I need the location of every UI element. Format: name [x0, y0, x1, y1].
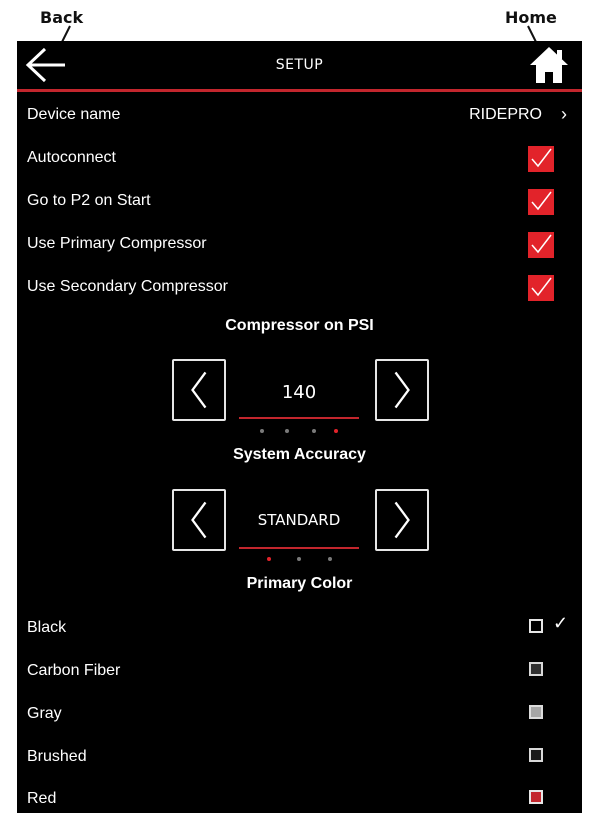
color-option-brushed[interactable]: Brushed [17, 736, 582, 778]
color-option-gray[interactable]: Gray [17, 693, 582, 735]
color-label: Black [27, 619, 67, 636]
psi-value: 140 [281, 382, 317, 403]
autoconnect-label: Autoconnect [27, 149, 116, 166]
primary-compressor-checkbox[interactable] [528, 232, 554, 258]
device-name-label: Device name [27, 106, 121, 123]
compressor-psi-heading: Compressor on PSI [225, 317, 374, 334]
chevron-right-icon: › [561, 104, 567, 124]
accuracy-dot-active [267, 557, 271, 561]
primary-color-heading: Primary Color [246, 575, 353, 592]
psi-dot [285, 429, 289, 433]
device-name-row[interactable]: Device name RIDEPRO › [17, 94, 582, 136]
home-icon[interactable] [528, 45, 570, 85]
go-to-p2-row: Go to P2 on Start [17, 180, 582, 222]
color-label: Red [27, 790, 57, 807]
brushed-swatch-checkbox[interactable] [529, 748, 543, 762]
autoconnect-row: Autoconnect [17, 137, 582, 179]
color-label: Brushed [27, 748, 87, 765]
setup-screen: SETUP Device name RIDEPRO › Autoconnect … [17, 41, 582, 813]
psi-underline [239, 417, 359, 419]
psi-dot [260, 429, 264, 433]
color-option-carbon-fiber[interactable]: Carbon Fiber [17, 650, 582, 692]
black-swatch-checkbox[interactable] [529, 619, 543, 633]
selected-check-icon: ✓ [553, 613, 569, 633]
go-to-p2-label: Go to P2 on Start [27, 192, 151, 209]
accuracy-underline [239, 547, 359, 549]
page-title: SETUP [275, 57, 324, 73]
psi-dot [312, 429, 316, 433]
secondary-compressor-label: Use Secondary Compressor [27, 278, 228, 295]
accuracy-decrease-button[interactable] [172, 489, 226, 551]
carbon-fiber-swatch-checkbox[interactable] [529, 662, 543, 676]
accuracy-dot [328, 557, 332, 561]
color-option-red[interactable]: Red [17, 778, 582, 820]
psi-decrease-button[interactable] [172, 359, 226, 421]
red-swatch-checkbox[interactable] [529, 790, 543, 804]
device-name-value: RIDEPRO [469, 106, 542, 123]
top-bar: SETUP [17, 41, 582, 92]
accuracy-value: STANDARD [257, 511, 341, 529]
go-to-p2-checkbox[interactable] [528, 189, 554, 215]
accuracy-increase-button[interactable] [375, 489, 429, 551]
secondary-compressor-checkbox[interactable] [528, 275, 554, 301]
primary-compressor-label: Use Primary Compressor [27, 235, 207, 252]
system-accuracy-heading: System Accuracy [233, 446, 366, 463]
gray-swatch-checkbox[interactable] [529, 705, 543, 719]
color-label: Gray [27, 705, 62, 722]
autoconnect-checkbox[interactable] [528, 146, 554, 172]
psi-dot-active [334, 429, 338, 433]
secondary-compressor-row: Use Secondary Compressor [17, 266, 582, 308]
primary-compressor-row: Use Primary Compressor [17, 223, 582, 265]
psi-increase-button[interactable] [375, 359, 429, 421]
color-option-black[interactable]: Black ✓ [17, 607, 582, 649]
accuracy-dot [297, 557, 301, 561]
color-label: Carbon Fiber [27, 662, 121, 679]
